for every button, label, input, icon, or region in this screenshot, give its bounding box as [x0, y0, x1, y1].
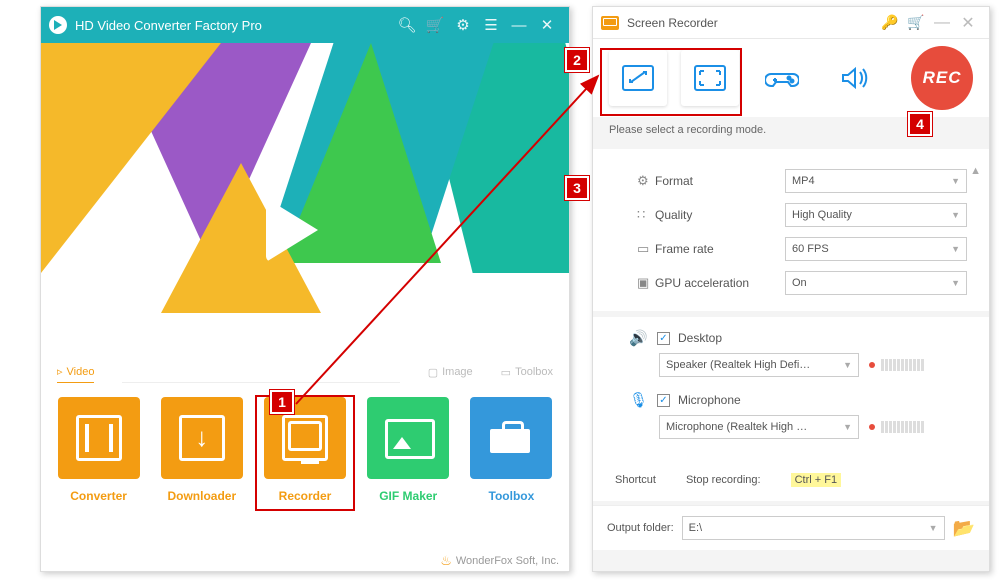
callout-4: 4	[908, 112, 932, 136]
callout-3: 3	[565, 176, 589, 200]
callout-1: 1	[270, 390, 294, 414]
highlight-box-modes	[600, 48, 742, 116]
annotation-arrow	[0, 0, 1000, 580]
callout-2: 2	[565, 48, 589, 72]
